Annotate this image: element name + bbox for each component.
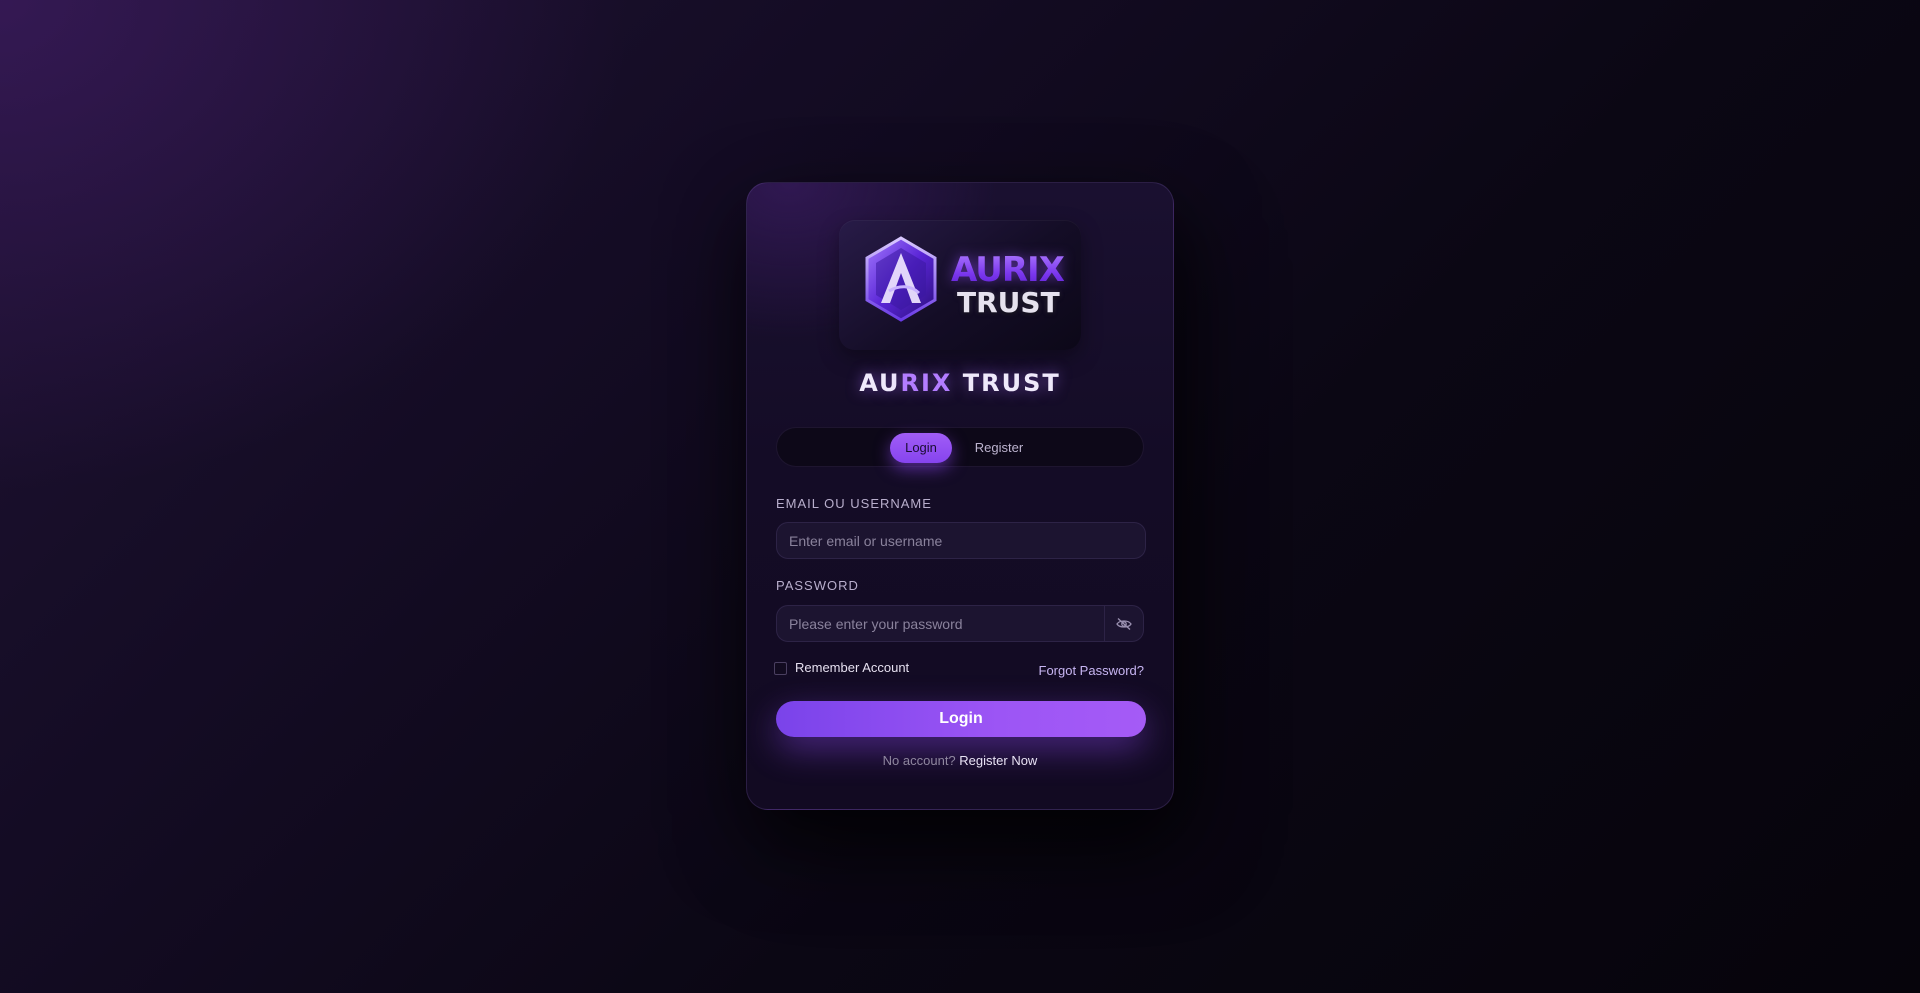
register-prompt-text: No account?: [882, 753, 956, 768]
tab-register[interactable]: Register: [967, 433, 1031, 463]
brand-logo: AURIX TRUST: [839, 220, 1081, 350]
brand-title-accent: RIX: [900, 369, 953, 397]
email-label: EMAIL OU USERNAME: [776, 496, 932, 511]
brand-title-part-2: TRUST: [952, 369, 1061, 397]
logo-wordmark-aurix: AURIX: [951, 250, 1065, 290]
login-card: AURIX TRUST AURIX TRUST Login Register E…: [746, 182, 1174, 810]
login-button[interactable]: Login: [776, 701, 1146, 737]
password-label: PASSWORD: [776, 578, 859, 593]
tab-login[interactable]: Login: [890, 433, 952, 463]
auth-tabs: Login Register: [776, 427, 1144, 467]
remember-label[interactable]: Remember Account: [795, 660, 909, 675]
hexagon-a-logo-icon: [865, 236, 937, 322]
email-input[interactable]: [776, 522, 1146, 559]
register-prompt: No account? Register Now: [747, 753, 1173, 768]
register-now-link[interactable]: Register Now: [959, 753, 1037, 768]
remember-checkbox[interactable]: [774, 662, 787, 675]
brand-title-part-1: AU: [859, 369, 901, 397]
forgot-password-link[interactable]: Forgot Password?: [1039, 663, 1145, 678]
brand-title: AURIX TRUST: [747, 369, 1173, 397]
password-input[interactable]: [776, 605, 1106, 642]
password-toggle-button[interactable]: [1104, 605, 1144, 642]
eye-off-icon: [1116, 617, 1132, 630]
logo-wordmark-trust: TRUST: [957, 286, 1060, 319]
